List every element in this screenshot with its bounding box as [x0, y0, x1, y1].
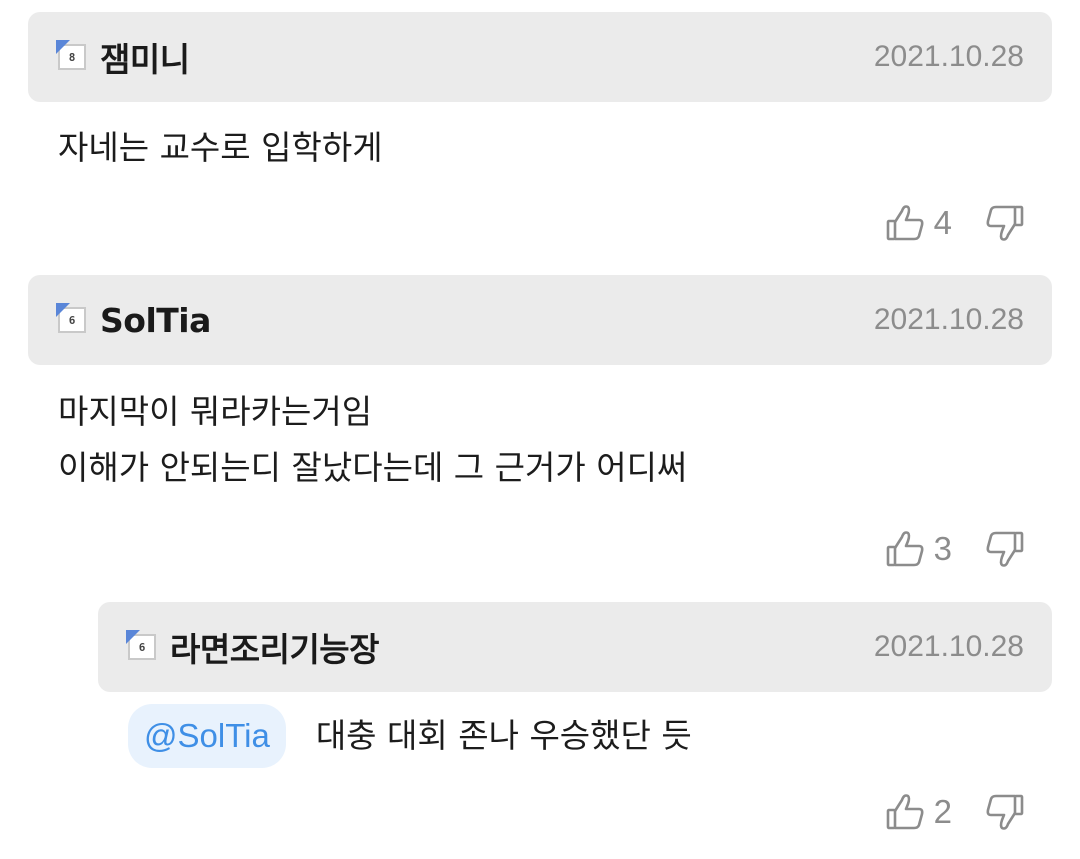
thumbs-down-icon[interactable] — [982, 790, 1026, 834]
reply-text: @SolTia 대충 대회 존나 우승했단 듯 — [128, 704, 692, 768]
mention-tag[interactable]: @SolTia — [128, 704, 286, 768]
comment-header: 6 SolTia 2021.10.28 — [28, 275, 1052, 365]
reply-header: 6 라면조리기능장 2021.10.28 — [98, 602, 1052, 692]
comment-text: 마지막이 뭐라카는거임 이해가 안되는디 잘났다는데 그 근거가 어디써 — [58, 392, 688, 487]
comment-date: 2021.10.28 — [873, 630, 1024, 663]
nickname[interactable]: 라면조리기능장 — [170, 623, 380, 671]
comment-text: 자네는 교수로 입학하게 — [58, 128, 383, 167]
vote-bar: 3 — [884, 524, 1026, 574]
comment-date: 2021.10.28 — [873, 40, 1024, 73]
comment-date: 2021.10.28 — [873, 303, 1024, 336]
thumbs-up-icon[interactable] — [884, 790, 928, 834]
like-count: 3 — [933, 530, 952, 567]
like-count: 4 — [933, 204, 952, 241]
level-badge-icon: 6 — [56, 303, 90, 337]
comment-header: 8 잼미니 2021.10.28 — [28, 12, 1052, 102]
level-badge-icon: 8 — [56, 40, 90, 74]
vote-bar: 4 — [884, 198, 1026, 248]
thumbs-down-icon[interactable] — [982, 527, 1026, 571]
nickname[interactable]: SolTia — [100, 301, 211, 340]
nickname[interactable]: 잼미니 — [100, 33, 190, 81]
thumbs-up-icon[interactable] — [884, 201, 928, 245]
level-badge-icon: 6 — [126, 630, 160, 664]
thumbs-up-icon[interactable] — [884, 527, 928, 571]
like-count: 2 — [933, 793, 952, 830]
vote-bar: 2 — [884, 787, 1026, 837]
thumbs-down-icon[interactable] — [982, 201, 1026, 245]
